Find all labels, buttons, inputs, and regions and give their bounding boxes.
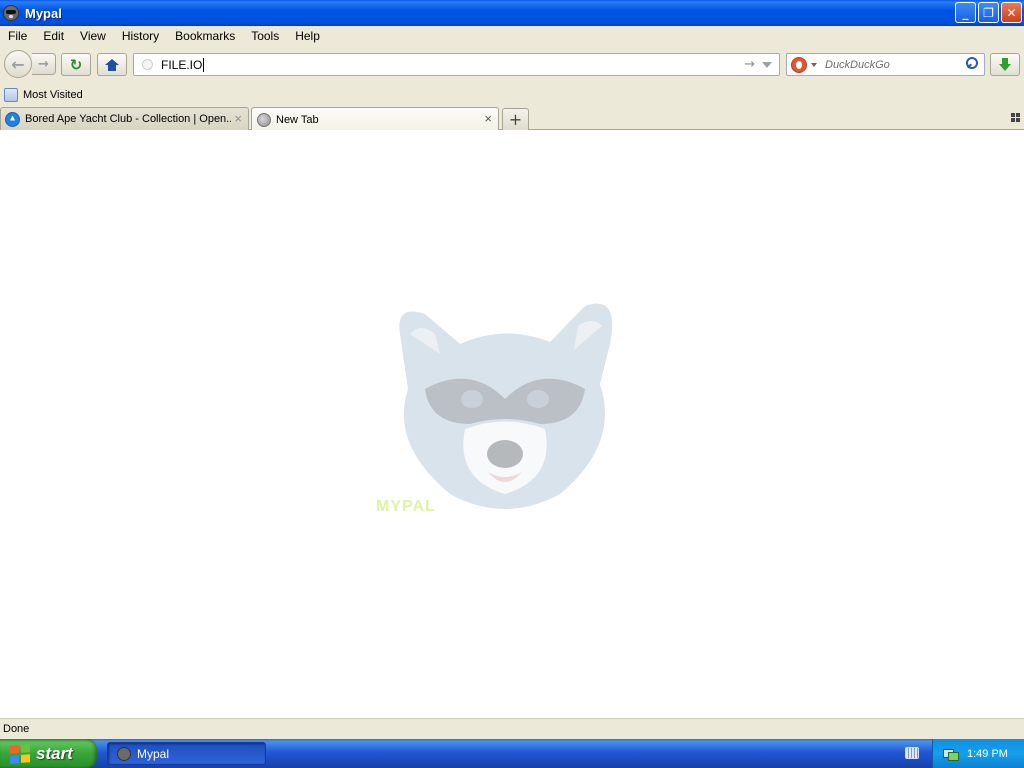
mypal-app-icon[interactable] <box>3 5 19 21</box>
reload-button[interactable]: ↻ <box>61 53 91 76</box>
start-label: start <box>36 743 73 763</box>
forward-button[interactable]: → <box>32 53 56 75</box>
back-arrow-icon: ← <box>11 54 25 74</box>
menu-help[interactable]: Help <box>287 29 328 43</box>
plus-icon: + <box>508 110 523 129</box>
menu-bookmarks[interactable]: Bookmarks <box>167 29 243 43</box>
search-icon[interactable] <box>966 57 978 71</box>
status-bar: Done <box>0 718 1024 739</box>
navigation-toolbar: ← → ↻ FILE.IO → DuckDuckGo <box>0 47 1024 82</box>
mascot-caption: MYPAL <box>376 498 436 515</box>
taskbar-item-mypal[interactable]: Mypal <box>107 742 266 765</box>
new-tab-button[interactable]: + <box>502 108 529 130</box>
home-button[interactable] <box>97 53 127 76</box>
network-icon[interactable] <box>943 747 959 761</box>
site-identity-icon[interactable] <box>142 59 153 70</box>
window-titlebar[interactable]: Mypal _ ❐ ✕ <box>0 0 1024 26</box>
most-visited-icon <box>4 87 18 102</box>
status-text: Done <box>3 723 30 735</box>
menu-history[interactable]: History <box>114 29 167 43</box>
tab-new-tab[interactable]: New Tab × <box>251 107 499 131</box>
windows-taskbar: start Mypal 1:49 PM <box>0 739 1024 768</box>
tab-close-icon[interactable]: × <box>484 111 492 126</box>
address-bar[interactable]: FILE.IO → <box>133 53 780 76</box>
minimize-button[interactable]: _ <box>955 2 976 23</box>
tab-label: Bored Ape Yacht Club - Collection | Open… <box>25 113 231 125</box>
start-button[interactable]: start <box>0 739 97 768</box>
go-arrow-icon[interactable]: → <box>744 57 755 72</box>
url-history-dropdown-icon[interactable] <box>762 62 772 68</box>
window-title: Mypal <box>25 5 62 21</box>
tab-label: New Tab <box>276 113 319 126</box>
home-icon <box>105 58 119 71</box>
bookmark-most-visited[interactable]: Most Visited <box>23 89 83 101</box>
menu-tools[interactable]: Tools <box>243 29 287 43</box>
download-arrow-icon <box>999 58 1011 71</box>
close-button[interactable]: ✕ <box>1001 2 1022 23</box>
url-input[interactable]: FILE.IO <box>161 57 205 72</box>
bookmarks-toolbar: Most Visited <box>0 84 1024 105</box>
menu-file[interactable]: File <box>0 29 35 43</box>
clock[interactable]: 1:49 PM <box>967 748 1008 760</box>
page-content: MYPAL <box>0 130 1024 718</box>
tab-bored-ape[interactable]: Bored Ape Yacht Club - Collection | Open… <box>0 107 249 130</box>
tab-close-icon[interactable]: × <box>234 111 242 126</box>
taskbar-item-label: Mypal <box>137 746 170 761</box>
raccoon-logo <box>399 303 613 509</box>
search-engine-dropdown-icon[interactable] <box>811 62 817 67</box>
globe-icon <box>257 112 271 127</box>
search-bar[interactable]: DuckDuckGo <box>786 53 985 76</box>
back-button[interactable]: ← <box>4 50 32 78</box>
menu-bar: File Edit View History Bookmarks Tools H… <box>0 26 1024 46</box>
duckduckgo-icon[interactable] <box>791 56 807 73</box>
menu-edit[interactable]: Edit <box>35 29 72 43</box>
reload-icon: ↻ <box>69 55 83 74</box>
menu-view[interactable]: View <box>72 29 114 43</box>
back-forward-group: ← → <box>4 50 56 78</box>
system-tray: 1:49 PM <box>932 739 1024 768</box>
restore-button[interactable]: ❐ <box>978 2 999 23</box>
list-all-tabs-icon[interactable] <box>1011 113 1020 122</box>
windows-logo-icon <box>10 743 30 764</box>
forward-arrow-icon: → <box>38 56 49 72</box>
keyboard-icon[interactable] <box>905 747 919 759</box>
downloads-button[interactable] <box>990 53 1020 76</box>
window-controls: _ ❐ ✕ <box>955 2 1022 23</box>
mypal-app-icon <box>117 746 131 761</box>
search-input[interactable]: DuckDuckGo <box>825 59 890 71</box>
opensea-icon <box>5 111 20 127</box>
tab-strip: Bored Ape Yacht Club - Collection | Open… <box>0 106 1024 131</box>
